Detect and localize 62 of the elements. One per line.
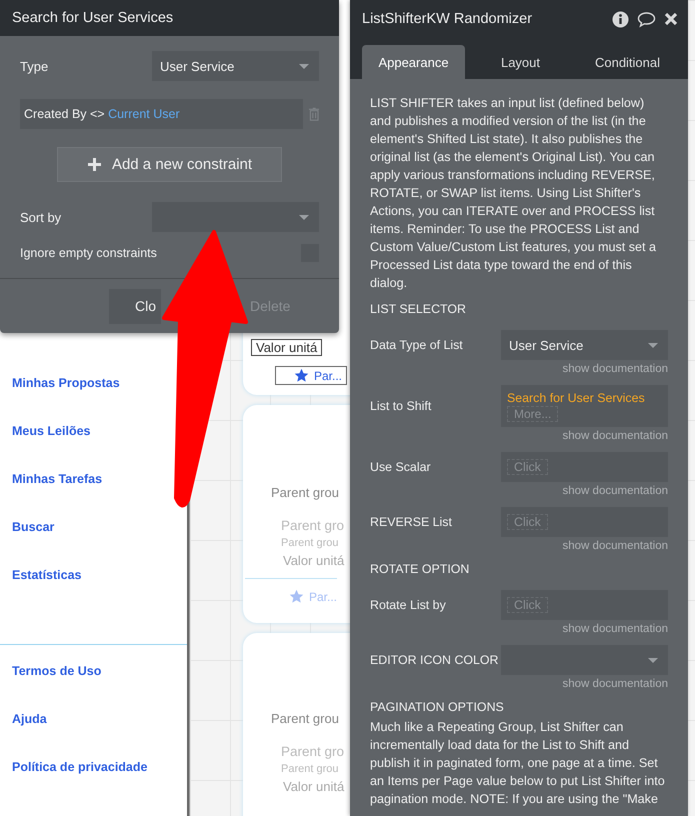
panel-title: ListShifterKW Randomizer — [362, 11, 534, 27]
nav-link[interactable]: Minhas Tarefas — [12, 471, 102, 488]
nav-link[interactable]: Buscar — [12, 519, 54, 536]
tab[interactable]: Appearance — [362, 45, 465, 79]
close-button[interactable]: Clo — [109, 288, 161, 324]
dialog-title: Search for User Services — [12, 10, 174, 26]
nav-link[interactable]: Minhas Propostas — [12, 375, 120, 392]
caret-icon — [299, 215, 309, 220]
expression-text[interactable]: Search for User Services — [507, 390, 645, 404]
card-title: Parent grou — [271, 711, 339, 726]
footer-link[interactable]: Termos de Uso — [12, 663, 102, 680]
constraint-field[interactable]: Created By <> Current User — [20, 99, 303, 129]
table-cell: Valor unitá — [251, 339, 322, 356]
documentation-link[interactable]: show documentation — [562, 485, 668, 497]
documentation-link[interactable]: show documentation — [562, 540, 668, 552]
tab[interactable]: Conditional — [576, 45, 679, 79]
section-heading: ROTATE OPTION — [370, 562, 470, 578]
close-icon[interactable] — [664, 12, 678, 26]
caret-icon — [299, 64, 309, 69]
section-heading: LIST SELECTOR — [370, 302, 467, 318]
dropdown[interactable]: User Service — [501, 330, 668, 360]
star-icon — [294, 368, 309, 383]
star-icon — [289, 589, 304, 604]
card-text: Parent grou — [281, 537, 338, 549]
sort-dropdown[interactable] — [152, 202, 319, 232]
property-label: Use Scalar — [370, 460, 432, 474]
caret-icon — [648, 658, 658, 663]
description-text: LIST SHIFTER takes an input list (defined below) and publishes a modified version of the list (in the element's Shifted List state). It also publishes the original list (as the element's Original List). You can apply various transformations including REVERSE, ROTATE, or SWAP list items. Using List Shifter's Actions, you can ITERATE over and PROCESS list items. Reminder: To use the PROCESS List and Custom Value/Custom List features, you must set a Processed List data type toward the end of this dialog. — [370, 95, 658, 292]
field-label: Sort by — [20, 210, 62, 224]
property-label: EDITOR ICON COLOR — [370, 653, 500, 667]
plus-icon — [86, 157, 102, 172]
dropdown-value: User Service — [508, 338, 584, 352]
card-title: Parent grou — [271, 485, 339, 500]
tab[interactable]: Layout — [469, 45, 572, 79]
footer-link[interactable]: Política de privacidade — [12, 759, 148, 776]
card-text: Parent gro — [281, 518, 344, 533]
comment-icon[interactable] — [637, 10, 656, 28]
property-label: Rotate List by — [370, 598, 447, 612]
card-text: Parent gro — [281, 744, 344, 759]
property-label: Data Type of List — [370, 338, 464, 352]
description-text: Much like a Repeating Group, List Shifter can incrementally load data for the List to Shift and publish it in paginated form, one page at a time. Set an Items per Page value below to put List Shifter into pagination mode. NOTE: If you are using the "Make — [370, 719, 666, 808]
card-text: Parent grou — [281, 763, 338, 775]
trash-icon[interactable] — [308, 107, 319, 121]
documentation-link[interactable]: show documentation — [562, 623, 668, 635]
documentation-link[interactable]: show documentation — [562, 430, 668, 442]
card-text: Valor unitá — [283, 553, 344, 568]
section-heading: PAGINATION OPTIONS — [370, 700, 505, 716]
dropdown[interactable] — [501, 645, 668, 675]
type-dropdown[interactable]: User Service — [152, 51, 319, 81]
card-text: Valor unitá — [283, 779, 344, 794]
footer-link[interactable]: Ajuda — [12, 711, 47, 728]
documentation-link[interactable]: show documentation — [562, 363, 668, 375]
field-label: Type — [20, 58, 48, 74]
caret-icon — [648, 343, 658, 348]
checkbox-label: Ignore empty constraints — [20, 246, 157, 260]
nav-link[interactable]: Estatísticas — [12, 567, 82, 584]
info-icon[interactable] — [612, 10, 629, 28]
documentation-link[interactable]: show documentation — [562, 678, 668, 690]
nav-link[interactable]: Meus Leilões — [12, 423, 90, 440]
property-label: List to Shift — [370, 399, 432, 413]
property-label: REVERSE List — [370, 515, 453, 529]
add-constraint-button[interactable]: Add a new constraint — [57, 147, 282, 182]
